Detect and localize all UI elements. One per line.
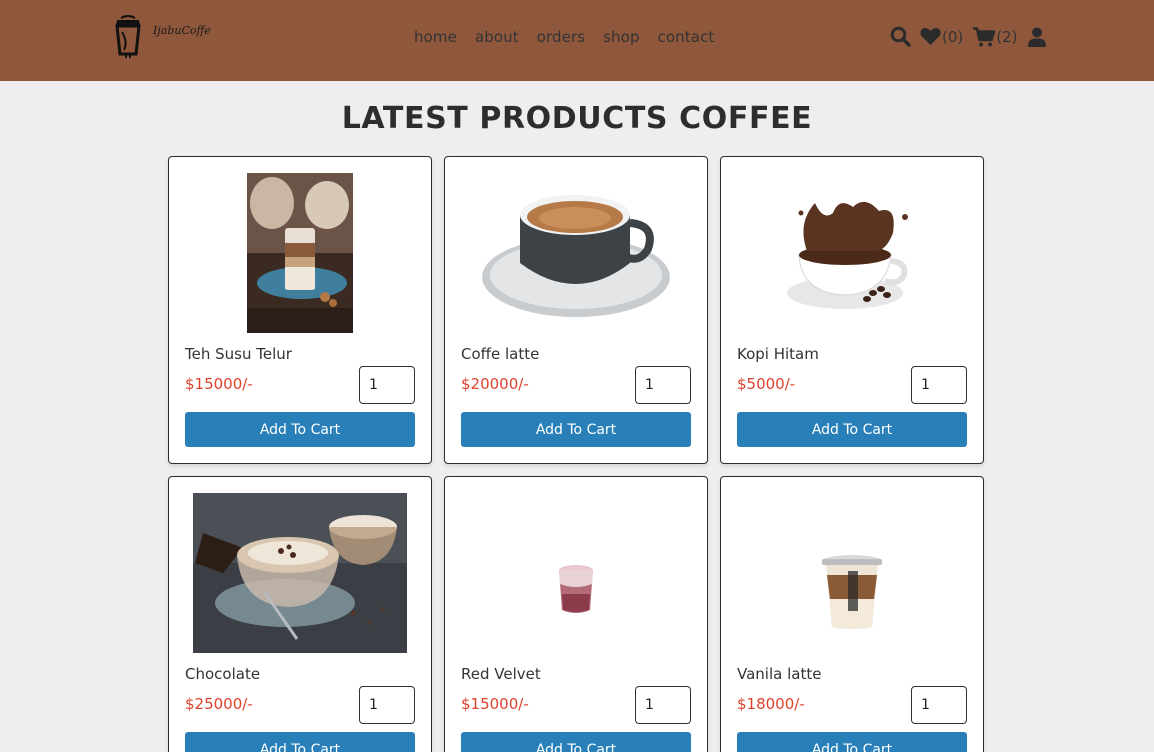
search-icon (890, 26, 911, 47)
main-nav: home about orders shop contact (414, 28, 714, 46)
product-price: $15000/- (461, 695, 529, 713)
product-price: $20000/- (461, 375, 529, 393)
product-name: Kopi Hitam (737, 345, 819, 363)
product-image (737, 173, 967, 333)
product-card: Teh Susu Telur $15000/- Add To Cart (168, 156, 432, 464)
product-card: Coffe latte $20000/- Add To Cart (444, 156, 708, 464)
product-price: $25000/- (185, 695, 253, 713)
product-name: Chocolate (185, 665, 261, 683)
nav-shop[interactable]: shop (603, 28, 639, 46)
add-to-cart-button[interactable]: Add To Cart (461, 732, 691, 752)
brand-name: IjabuCoffe (153, 24, 211, 37)
product-image (461, 493, 691, 653)
nav-orders[interactable]: orders (537, 28, 585, 46)
product-card: Vanila latte $18000/- Add To Cart (720, 476, 984, 752)
header-icons: (0) (2) (890, 26, 1046, 47)
add-to-cart-button[interactable]: Add To Cart (185, 732, 415, 752)
heart-icon (920, 28, 941, 45)
product-image (461, 173, 691, 333)
cart-count: (2) (996, 27, 1018, 46)
quantity-input[interactable] (635, 366, 691, 404)
product-name: Vanila latte (737, 665, 822, 683)
page-title: LATEST PRODUCTS COFFEE (341, 101, 813, 136)
hot-chocolate-photo (193, 493, 407, 653)
cart-button[interactable]: (2) (973, 26, 1018, 47)
product-image (737, 493, 967, 653)
layered-latte-photo (247, 173, 353, 333)
iced-vanilla-latte-photo (822, 555, 882, 629)
wishlist-count: (0) (942, 27, 964, 46)
quantity-input[interactable] (635, 686, 691, 724)
add-to-cart-button[interactable]: Add To Cart (185, 412, 415, 447)
product-name: Coffe latte (461, 345, 540, 363)
quantity-input[interactable] (359, 686, 415, 724)
coffee-splash-photo (787, 201, 908, 309)
espresso-cup-photo (482, 195, 670, 317)
shopping-cart-icon (973, 26, 996, 46)
quantity-input[interactable] (911, 366, 967, 404)
add-to-cart-button[interactable]: Add To Cart (737, 412, 967, 447)
red-velvet-glass-photo (559, 565, 593, 613)
product-price: $5000/- (737, 375, 796, 393)
wishlist-button[interactable]: (0) (920, 27, 963, 46)
product-name: Teh Susu Telur (185, 345, 292, 363)
product-price: $18000/- (737, 695, 805, 713)
product-card: Red Velvet $15000/- Add To Cart (444, 476, 708, 752)
nav-about[interactable]: about (475, 28, 519, 46)
product-card: Chocolate $25000/- Add To Cart (168, 476, 432, 752)
add-to-cart-button[interactable]: Add To Cart (461, 412, 691, 447)
nav-home[interactable]: home (414, 28, 457, 46)
account-button[interactable] (1027, 27, 1046, 47)
brand-logo[interactable]: IjabuCoffe (112, 14, 211, 58)
product-image (185, 173, 415, 333)
add-to-cart-button[interactable]: Add To Cart (737, 732, 967, 752)
quantity-input[interactable] (911, 686, 967, 724)
nav-contact[interactable]: contact (658, 28, 715, 46)
coffee-cup-logo-icon (115, 15, 141, 58)
quantity-input[interactable] (359, 366, 415, 404)
product-card: Kopi Hitam $5000/- Add To Cart (720, 156, 984, 464)
product-name: Red Velvet (461, 665, 541, 683)
user-icon (1027, 27, 1046, 47)
site-header: IjabuCoffe home about orders shop contac… (0, 0, 1154, 81)
search-button[interactable] (890, 26, 911, 47)
product-image (185, 493, 415, 653)
product-price: $15000/- (185, 375, 253, 393)
